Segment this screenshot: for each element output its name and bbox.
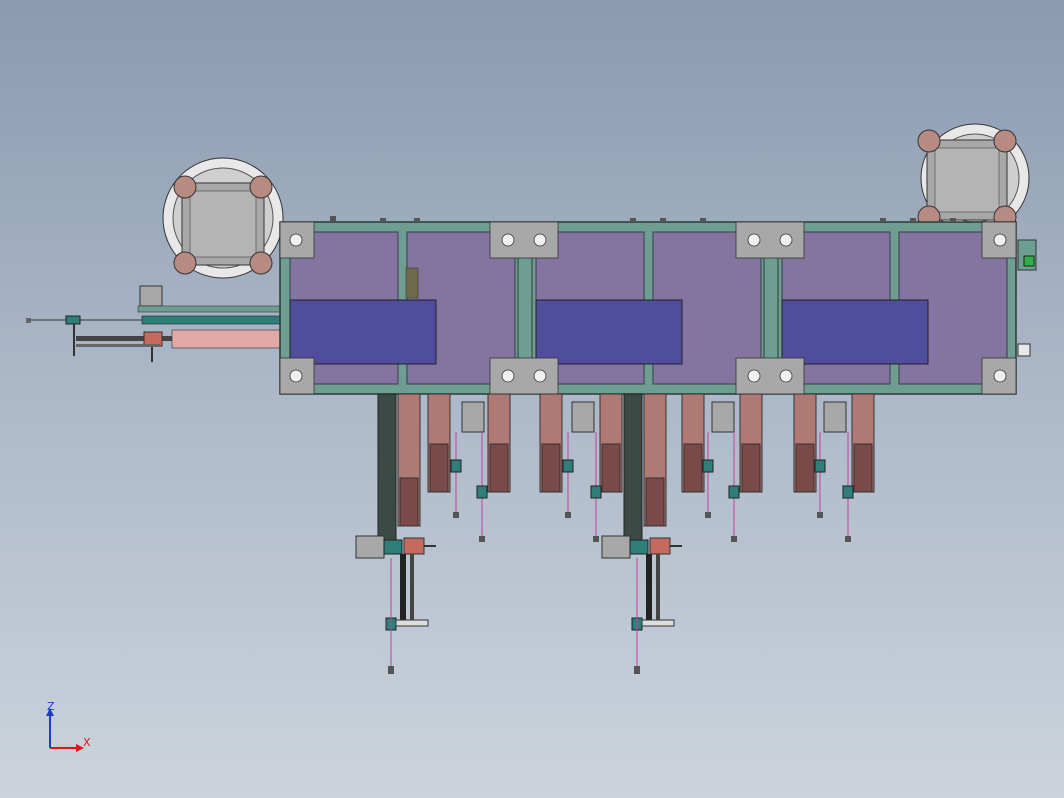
left-drum-assembly	[162, 157, 284, 279]
lower-actuators	[355, 393, 875, 674]
right-drum-assembly	[917, 123, 1030, 233]
main-frame	[279, 216, 1037, 395]
x-axis-label: X	[83, 736, 91, 749]
left-feed-arm	[26, 285, 281, 362]
cad-viewport[interactable]: Z X	[0, 0, 1064, 798]
z-axis-label: Z	[47, 700, 55, 713]
coordinate-triad: Z X	[46, 700, 91, 752]
